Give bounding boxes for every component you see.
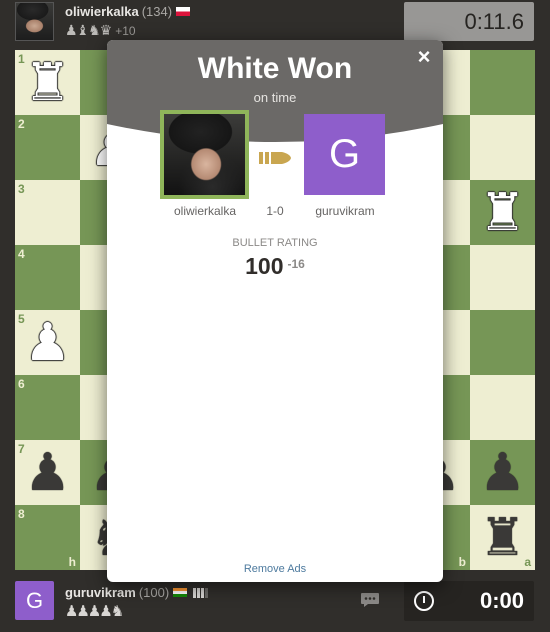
clock-icon bbox=[414, 591, 434, 611]
white-pawn-piece[interactable]: ♟ bbox=[15, 310, 80, 375]
rank-label: 3 bbox=[18, 182, 25, 196]
file-label: b bbox=[458, 555, 466, 569]
winner-name[interactable]: oliwierkalka bbox=[154, 204, 256, 218]
rating-value: 100 bbox=[245, 253, 284, 279]
loser-avatar[interactable]: G bbox=[304, 114, 385, 195]
poland-flag-icon bbox=[176, 7, 191, 16]
square-h2[interactable]: 2 bbox=[15, 115, 80, 180]
rating-label: BULLET RATING bbox=[232, 237, 318, 249]
file-label: h bbox=[68, 555, 76, 569]
top-player-name[interactable]: oliwierkalka bbox=[65, 4, 139, 19]
square-a4[interactable] bbox=[470, 245, 535, 310]
rank-label: 2 bbox=[18, 117, 25, 131]
rating-change: -16 bbox=[287, 257, 305, 271]
bullet-icon bbox=[259, 152, 291, 164]
square-h3[interactable]: 3 bbox=[15, 180, 80, 245]
bottom-player-info: guruvikram (100) bbox=[65, 585, 209, 600]
square-h5[interactable]: 5 ♟ bbox=[15, 310, 80, 375]
bottom-player-name[interactable]: guruvikram bbox=[65, 585, 136, 600]
remove-ads-link[interactable]: Remove Ads bbox=[107, 563, 443, 575]
bottom-player-rating: (100) bbox=[138, 585, 170, 600]
square-a6[interactable] bbox=[470, 375, 535, 440]
square-a5[interactable] bbox=[470, 310, 535, 375]
square-h1[interactable]: 1 ♜ bbox=[15, 50, 80, 115]
loser-name[interactable]: guruvikram bbox=[294, 204, 396, 218]
square-a2[interactable] bbox=[470, 115, 535, 180]
rank-label: 4 bbox=[18, 247, 25, 261]
black-rook-piece[interactable]: ♜ bbox=[470, 505, 535, 570]
rank-label: 6 bbox=[18, 377, 25, 391]
black-pawn-piece[interactable]: ♟ bbox=[15, 440, 80, 505]
top-player-rating: (134) bbox=[141, 4, 173, 19]
black-pawn-piece[interactable]: ♟ bbox=[470, 440, 535, 505]
square-a7[interactable]: ♟ bbox=[470, 440, 535, 505]
modal-title: White Won bbox=[197, 52, 353, 85]
close-button[interactable]: × bbox=[413, 46, 435, 68]
bottom-player-avatar[interactable]: G bbox=[15, 581, 54, 620]
square-a8[interactable]: a ♜ bbox=[470, 505, 535, 570]
rank-label: 8 bbox=[18, 507, 25, 521]
top-player-clock: 0:11.6 bbox=[404, 2, 534, 41]
bottom-player-bar: G guruvikram (100) ♟♟♟♟♞ 0:00 bbox=[0, 578, 550, 632]
modal-subtitle: on time bbox=[253, 90, 297, 105]
captured-pieces: ♟♝♞♛ bbox=[65, 22, 112, 38]
square-h8[interactable]: 8h bbox=[15, 505, 80, 570]
game-score: 1-0 bbox=[266, 204, 284, 218]
square-a1[interactable] bbox=[470, 50, 535, 115]
bottom-player-clock: 0:00 bbox=[404, 581, 534, 621]
top-player-avatar[interactable] bbox=[15, 2, 54, 41]
connection-signal-icon bbox=[193, 588, 209, 598]
square-h4[interactable]: 4 bbox=[15, 245, 80, 310]
white-rook-piece[interactable]: ♜ bbox=[15, 50, 80, 115]
winner-avatar[interactable] bbox=[160, 110, 249, 199]
india-flag-icon bbox=[173, 588, 188, 597]
game-page: oliwierkalka(134) ♟♝♞♛+10 0:11.6 1♜2♟3♜4… bbox=[0, 0, 550, 632]
white-rook-piece[interactable]: ♜ bbox=[470, 180, 535, 245]
chat-icon[interactable] bbox=[360, 592, 380, 608]
square-h7[interactable]: 7 ♟ bbox=[15, 440, 80, 505]
square-a3[interactable]: ♜ bbox=[470, 180, 535, 245]
material-advantage: +10 bbox=[115, 24, 136, 38]
bottom-player-captured: ♟♟♟♟♞ bbox=[65, 603, 124, 620]
top-player-captured: ♟♝♞♛ +10 bbox=[65, 22, 136, 39]
top-player-info: oliwierkalka (134) bbox=[65, 4, 191, 19]
square-h6[interactable]: 6 bbox=[15, 375, 80, 440]
bottom-clock-time: 0:00 bbox=[479, 588, 524, 613]
game-over-modal: White Won on time × G oliwierkalka 1-0 g… bbox=[107, 40, 443, 582]
rating-row: 100 -16 bbox=[107, 253, 443, 280]
